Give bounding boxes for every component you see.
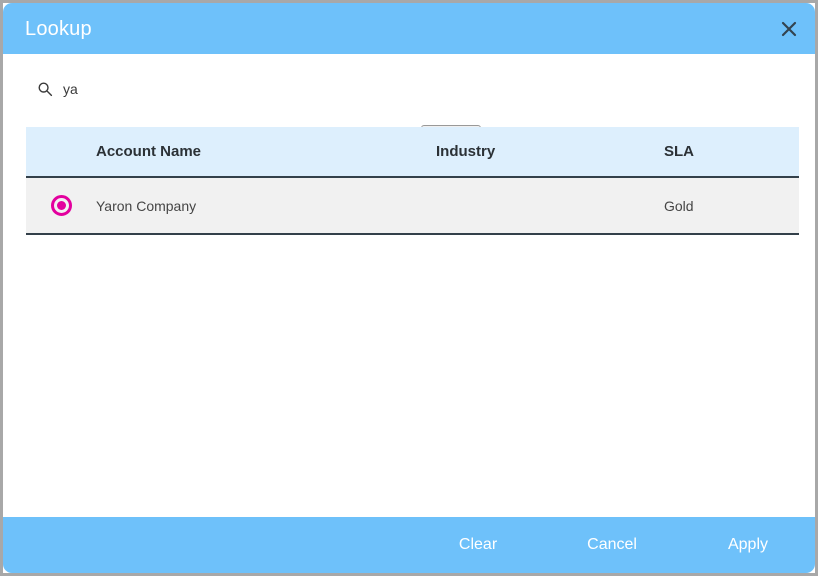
column-header-industry: Industry <box>436 143 496 160</box>
search-row: Search <box>3 54 815 156</box>
lookup-dialog-window: Lookup Search Account Name <box>0 0 818 576</box>
close-button[interactable] <box>773 13 805 45</box>
close-icon <box>780 20 798 38</box>
clear-button[interactable]: Clear <box>451 530 505 560</box>
results-table: Account Name Industry SLA Yaron Company … <box>26 127 799 235</box>
table-row[interactable]: Yaron Company Gold <box>26 178 799 235</box>
search-icon <box>37 81 63 97</box>
column-header-sla: SLA <box>664 143 694 160</box>
search-input[interactable] <box>63 79 353 99</box>
row-radio-button[interactable] <box>50 195 72 216</box>
table-header-row: Account Name Industry SLA <box>26 127 799 178</box>
column-header-account-name: Account Name <box>96 143 202 160</box>
dialog-title-bar: Lookup <box>3 3 815 54</box>
apply-button[interactable]: Apply <box>720 530 776 560</box>
cancel-button[interactable]: Cancel <box>579 530 645 560</box>
cell-account-name: Yaron Company <box>96 197 197 214</box>
search-field[interactable] <box>37 76 377 102</box>
dialog-footer: Clear Cancel Apply <box>3 517 815 573</box>
row-radio-dot <box>56 201 66 210</box>
page-title: Lookup <box>25 18 92 40</box>
cell-sla: Gold <box>664 197 694 214</box>
row-select-cell <box>26 195 96 216</box>
